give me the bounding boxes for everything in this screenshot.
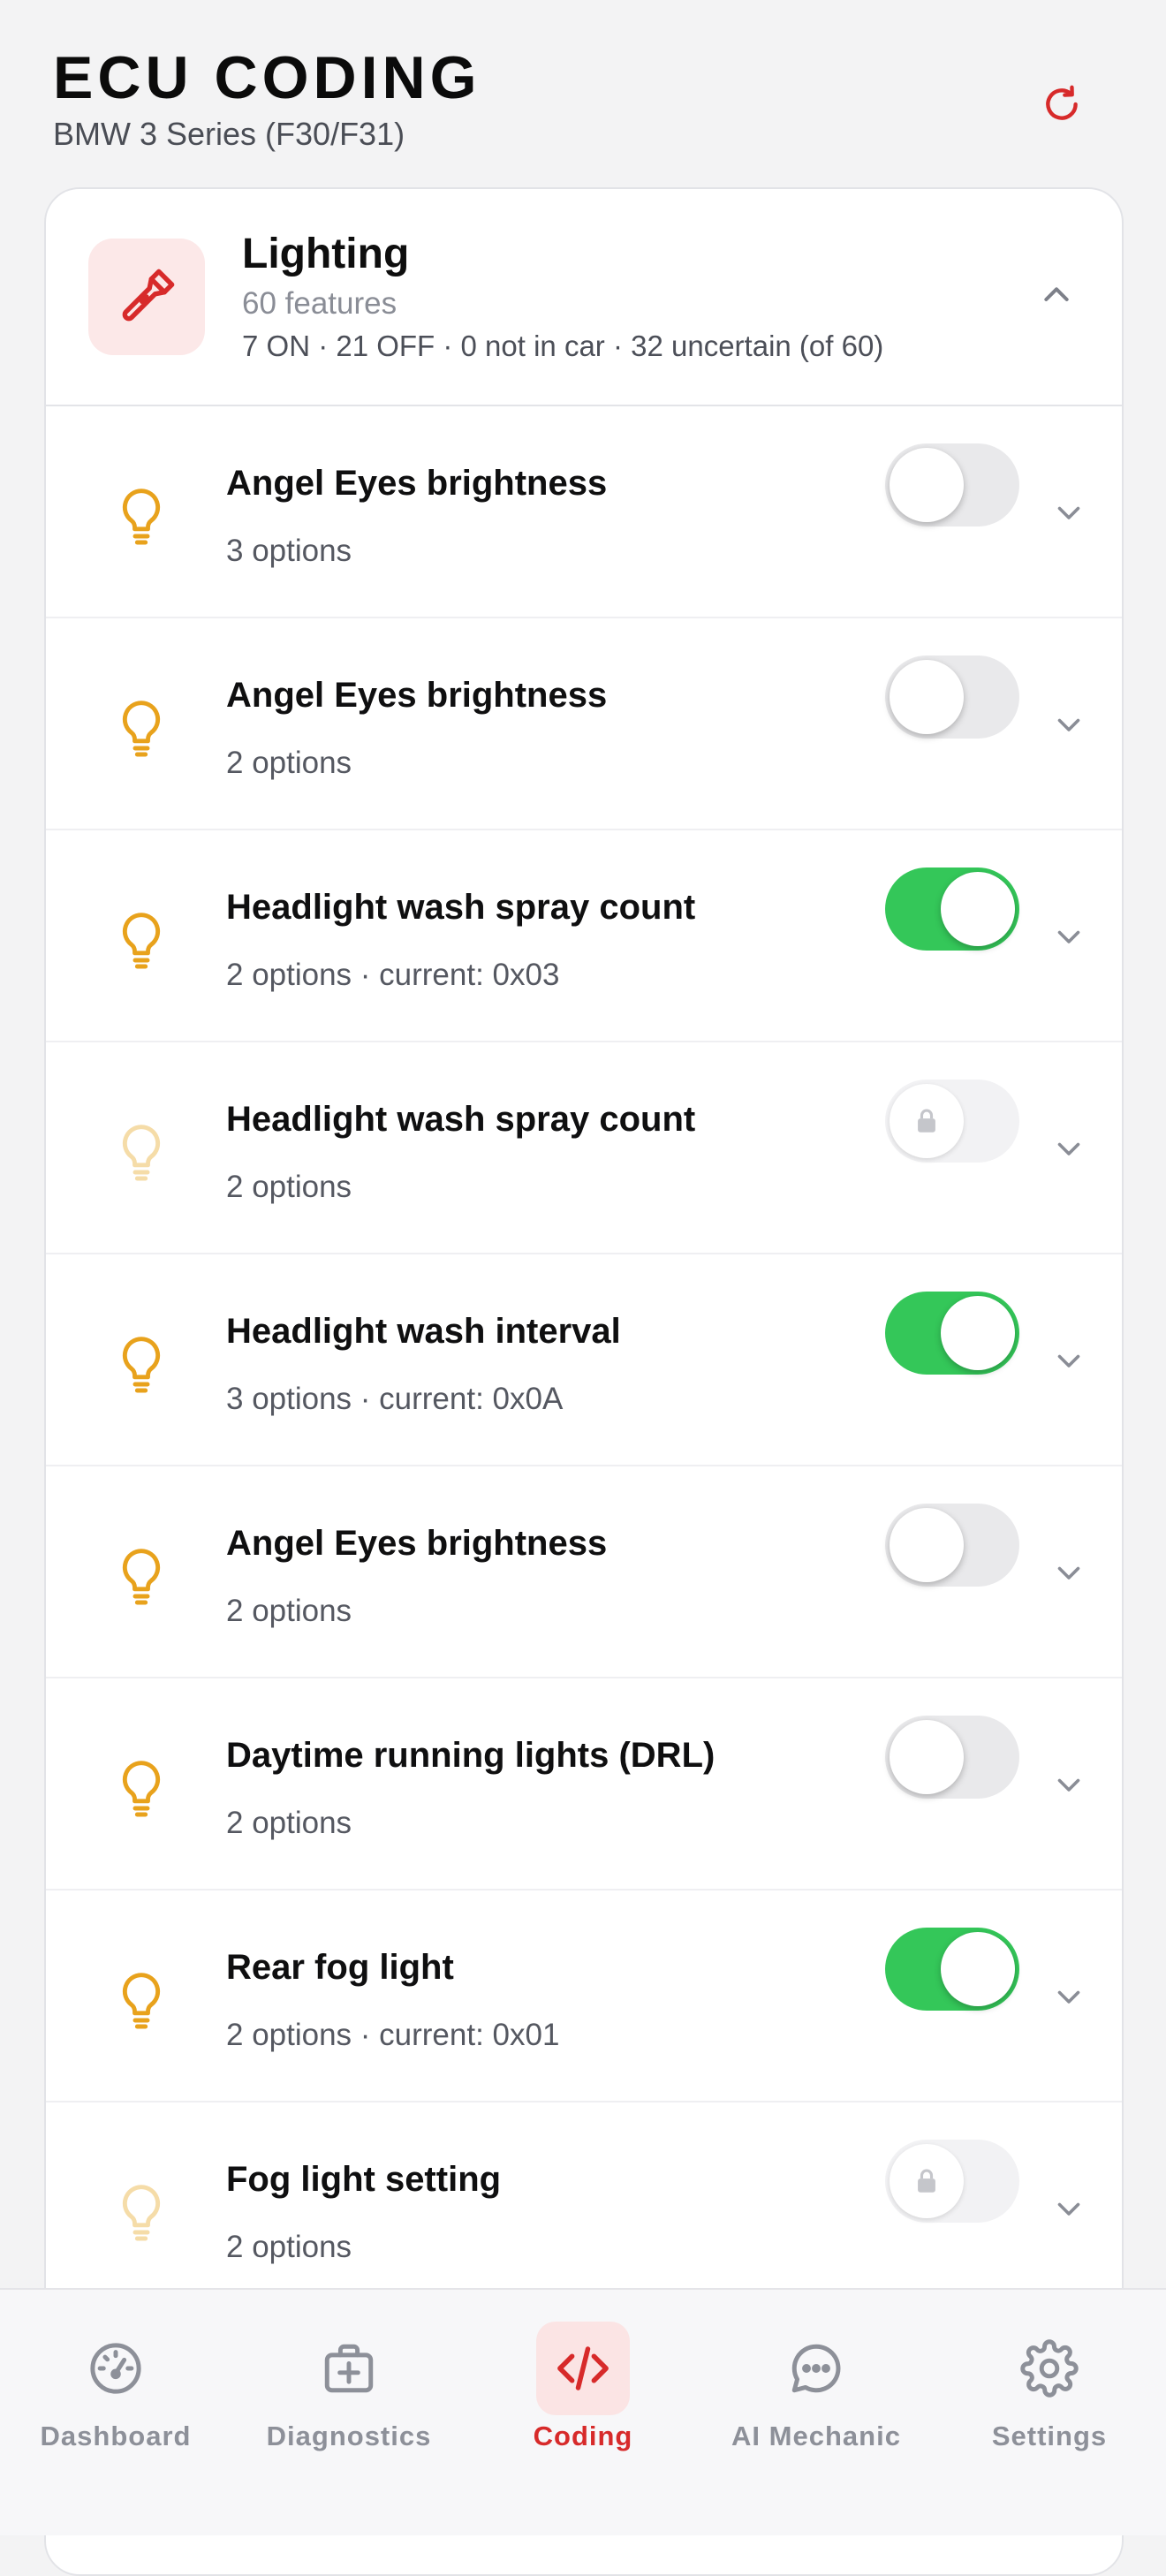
feature-row[interactable]: Angel Eyes brightness 2 options [46,618,1122,830]
tab-dashboard[interactable]: Dashboard [10,2322,222,2454]
lightbulb-icon [117,1122,166,1186]
page-header: ECU CODING BMW 3 Series (F30/F31) [0,0,1166,186]
feature-row[interactable]: Headlight wash spray count 2 options · cu… [46,830,1122,1042]
feature-title: Headlight wash spray count [226,1100,696,1139]
chevron-down-icon[interactable] [1051,707,1086,742]
chevron-down-icon[interactable] [1051,1131,1086,1166]
refresh-button[interactable] [1034,76,1090,133]
feature-toggle [885,2140,1019,2223]
chevron-down-icon[interactable] [1051,1343,1086,1378]
lightbulb-icon [117,2182,166,2246]
feature-row[interactable]: Headlight wash spray count 2 options [46,1042,1122,1254]
feature-toggle[interactable] [885,1504,1019,1587]
feature-title: Angel Eyes brightness [226,676,608,715]
toggle-knob [941,1932,1015,2006]
chevron-down-icon[interactable] [1051,1555,1086,1590]
refresh-icon [1046,85,1078,120]
toggle-knob [890,1508,964,1582]
lightbulb-icon [117,910,166,974]
feature-toggle[interactable] [885,868,1019,951]
feature-toggle[interactable] [885,443,1019,527]
feature-options: 2 options · current: 0x03 [226,958,560,992]
feature-options: 3 options · current: 0x0A [226,1382,564,1416]
feature-row[interactable]: Angel Eyes brightness 2 options [46,1466,1122,1678]
lightbulb-icon [117,1546,166,1610]
feature-row[interactable]: Angel Eyes brightness 3 options [46,406,1122,618]
feature-title: Headlight wash interval [226,1312,621,1351]
code-icon [557,2346,609,2390]
lightbulb-icon [117,1758,166,1822]
chevron-down-icon[interactable] [1051,919,1086,954]
vehicle-subtitle: BMW 3 Series (F30/F31) [53,116,405,152]
category-header-lighting[interactable]: Lighting 60 features 7 ON · 21 OFF · 0 n… [46,189,1122,406]
lock-icon [918,2169,935,2193]
toggle-knob [941,1296,1015,1370]
tab-ai-mechanic[interactable]: AI Mechanic [710,2322,922,2454]
page-title: ECU CODING [53,44,481,111]
feature-toggle [885,1080,1019,1163]
feature-title: Headlight wash spray count [226,888,696,927]
feature-options: 3 options [226,534,352,568]
feature-toggle[interactable] [885,1716,1019,1799]
feature-title: Fog light setting [226,2160,502,2199]
feature-title: Rear fog light [226,1948,454,1987]
feature-options: 2 options [226,1594,352,1628]
lightbulb-icon [117,698,166,761]
medical-kit-icon [324,2344,374,2393]
tab-label: Coding [533,2421,633,2451]
gauge-icon [90,2343,141,2394]
feature-options: 2 options · current: 0x01 [226,2018,560,2052]
category-icon-box [88,239,205,355]
feature-toggle[interactable] [885,655,1019,739]
lightbulb-icon [117,486,166,549]
feature-row[interactable]: Rear fog light 2 options · current: 0x01 [46,1890,1122,2102]
category-title: Lighting [242,231,410,277]
tab-settings[interactable]: Settings [943,2322,1155,2454]
chat-bubble-icon [791,2344,841,2393]
toggle-knob [941,872,1015,946]
bottom-tab-bar: Dashboard Diagnostics Coding AI Mechanic… [0,2288,1166,2535]
feature-row[interactable]: Fog light setting 2 options [46,2102,1122,2315]
toggle-knob [890,448,964,522]
tab-label: AI Mechanic [731,2421,901,2451]
category-stats: 7 ON · 21 OFF · 0 not in car · 32 uncert… [242,330,884,362]
toggle-knob [890,1720,964,1794]
feature-options: 2 options [226,1170,352,1204]
tab-label: Diagnostics [266,2421,432,2451]
chevron-down-icon[interactable] [1051,1979,1086,2014]
feature-options: 2 options [226,746,352,780]
tab-label: Settings [991,2421,1108,2451]
chevron-down-icon[interactable] [1051,2191,1086,2226]
toggle-knob [890,1084,964,1158]
chevron-down-icon[interactable] [1051,1767,1086,1802]
chevron-down-icon[interactable] [1051,495,1086,530]
feature-toggle[interactable] [885,1292,1019,1375]
tab-coding[interactable]: Coding [477,2322,689,2454]
feature-options: 2 options [226,2230,352,2264]
feature-title: Angel Eyes brightness [226,1524,608,1563]
feature-row[interactable]: Daytime running lights (DRL) 2 options [46,1678,1122,1890]
category-card: Lighting 60 features 7 ON · 21 OFF · 0 n… [44,187,1124,2576]
gear-icon [1020,2339,1079,2398]
feature-toggle[interactable] [885,1928,1019,2011]
lightbulb-icon [117,1334,166,1398]
feature-row[interactable]: Headlight wash interval 3 options · curre… [46,1254,1122,1466]
feature-options: 2 options [226,1806,352,1840]
feature-title: Daytime running lights (DRL) [226,1736,716,1775]
feature-title: Angel Eyes brightness [226,464,608,503]
chevron-up-icon[interactable] [1035,274,1078,316]
toggle-knob [890,660,964,734]
lock-icon [918,1109,935,1133]
category-feature-count: 60 features [242,286,398,321]
lightbulb-icon [117,1970,166,2034]
flashlight-icon [122,269,175,322]
tab-label: Dashboard [40,2421,192,2451]
toggle-knob [890,2144,964,2218]
tab-diagnostics[interactable]: Diagnostics [243,2322,455,2454]
